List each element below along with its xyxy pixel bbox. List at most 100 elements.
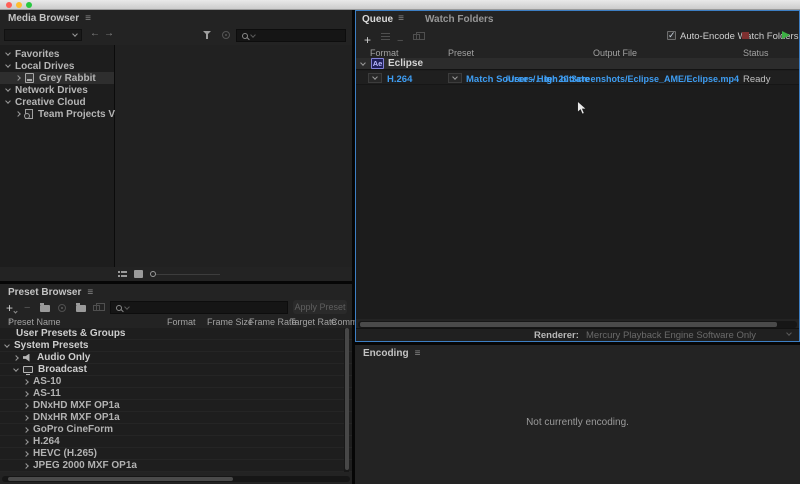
preset-horizontal-scrollbar[interactable] [2,476,350,482]
chevron-right-icon[interactable] [15,111,21,117]
tree-item-network-drives[interactable]: Network Drives [0,84,114,96]
column-target-rate[interactable]: Target Rate [290,317,337,327]
chevron-down-icon[interactable] [360,60,366,66]
media-search-input[interactable] [236,29,346,42]
apply-preset-button[interactable]: Apply Preset [293,300,347,314]
preset-row-gopro-cineform[interactable]: GoPro CineForm [0,424,352,436]
add-output-button[interactable] [381,32,390,40]
panel-menu-icon[interactable]: ≡ [87,288,93,298]
media-source-dropdown[interactable] [4,29,82,41]
minimize-window-button[interactable] [16,2,22,8]
scrollbar-thumb[interactable] [8,477,233,481]
list-view-icon[interactable] [118,270,127,278]
preset-column-headers: Preset Name ↑ Format Frame Size Frame Ra… [0,317,352,328]
chevron-down-icon[interactable] [5,86,11,92]
tree-item-local-drives[interactable]: Local Drives [0,60,114,72]
column-comment[interactable]: Comm [331,317,358,327]
column-format[interactable]: Format [167,317,196,327]
chevron-right-icon[interactable] [23,415,29,421]
zoom-window-button[interactable] [26,2,32,8]
chevron-down-icon[interactable] [5,50,11,56]
auto-encode-checkbox[interactable] [667,31,676,40]
preset-list: User Presets & Groups System Presets Aud… [0,328,352,472]
chevron-down-icon[interactable] [5,98,11,104]
queue-output-row[interactable]: H.264 Match Source - High bitrate /Users… [356,71,799,85]
preset-search-input[interactable] [110,301,288,314]
navigate-back-button[interactable]: ← [90,29,100,39]
tree-item-creative-cloud[interactable]: Creative Cloud [0,96,114,108]
export-preset-button[interactable] [93,301,100,315]
remove-item-button[interactable]: − [397,31,403,49]
start-queue-button[interactable] [782,31,790,39]
chevron-right-icon[interactable] [23,451,29,457]
column-frame-size[interactable]: Frame Size [207,317,253,327]
chevron-down-icon[interactable] [13,366,19,372]
preview-toggle-icon[interactable] [222,31,230,39]
preset-row-label: Audio Only [37,352,90,363]
add-source-button[interactable]: + [364,31,371,49]
scrollbar-thumb[interactable] [345,328,349,470]
scrollbar-thumb[interactable] [360,322,777,327]
preset-row-as11[interactable]: AS-11 [0,388,352,400]
chevron-right-icon[interactable] [23,403,29,409]
chevron-right-icon[interactable] [13,355,19,361]
navigate-forward-button[interactable]: → [104,29,114,39]
preset-dropdown[interactable] [448,73,462,83]
column-preset: Preset [448,48,474,58]
tab-watch-folders[interactable]: Watch Folders [425,14,494,25]
tree-item-label: Creative Cloud [15,97,86,108]
chevron-right-icon[interactable] [23,391,29,397]
sort-ascending-icon: ↑ [8,317,12,326]
preset-row-label: AS-11 [33,388,61,399]
close-window-button[interactable] [6,2,12,8]
chevron-down-icon[interactable] [4,342,10,348]
panel-menu-icon[interactable]: ≡ [398,14,404,24]
format-dropdown[interactable] [368,73,382,83]
chevron-down-icon[interactable] [5,62,11,68]
preset-row-as10[interactable]: AS-10 [0,376,352,388]
preset-row-audio-only[interactable]: Audio Only [0,352,352,364]
tree-item-favorites[interactable]: Favorites [0,48,114,60]
output-file-link[interactable]: /Users/…ter 20 Screenshots/Eclipse_AME/E… [505,74,739,84]
chevron-right-icon[interactable] [23,427,29,433]
preset-row-system-presets[interactable]: System Presets [0,340,352,352]
preset-row-hevc[interactable]: HEVC (H.265) [0,448,352,460]
preset-vertical-scrollbar[interactable] [344,328,349,472]
tree-item-grey-rabbit[interactable]: Grey Rabbit [0,72,114,84]
filter-icon[interactable] [203,31,212,40]
slider-knob[interactable] [150,271,156,277]
panel-menu-icon[interactable]: ≡ [85,14,91,24]
preset-row-label: JPEG 2000 MXF OP1a [33,460,137,471]
panel-menu-icon[interactable]: ≡ [415,349,421,359]
slider-track [156,274,220,275]
folder-import-icon [76,305,86,312]
duplicate-button[interactable] [413,34,420,40]
thumbnail-size-slider[interactable] [150,270,220,278]
chevron-right-icon[interactable] [23,439,29,445]
chevron-right-icon[interactable] [23,379,29,385]
team-projects-icon [25,109,33,119]
delete-preset-button[interactable]: − [24,301,30,315]
create-group-button[interactable] [40,301,50,315]
thumbnail-view-icon[interactable] [134,270,143,278]
window-titlebar[interactable] [0,0,800,10]
chevron-right-icon[interactable] [23,463,29,469]
preset-row-broadcast[interactable]: Broadcast [0,364,352,376]
format-link[interactable]: H.264 [387,74,412,85]
preset-row-dnxhr[interactable]: DNxHR MXF OP1a [0,412,352,424]
tab-queue[interactable]: Queue [362,14,393,25]
preset-row-jpeg2000[interactable]: JPEG 2000 MXF OP1a [0,460,352,472]
preset-row-dnxhd[interactable]: DNxHD MXF OP1a [0,400,352,412]
chevron-right-icon[interactable] [15,75,21,81]
tree-item-team-projects[interactable]: Team Projects Versions [0,108,114,120]
queue-horizontal-scrollbar[interactable] [358,321,797,328]
queue-source-row[interactable]: Ae Eclipse [356,58,799,70]
import-preset-button[interactable] [76,301,86,315]
preset-settings-button[interactable] [58,301,66,315]
create-preset-button[interactable]: + [6,301,17,315]
preset-row-h264[interactable]: H.264 [0,436,352,448]
stop-queue-button[interactable] [742,32,749,39]
renderer-dropdown[interactable]: Mercury Playback Engine Software Only [586,330,756,341]
preset-row-label: DNxHR MXF OP1a [33,412,120,423]
preset-row-user-presets[interactable]: User Presets & Groups [0,328,352,340]
